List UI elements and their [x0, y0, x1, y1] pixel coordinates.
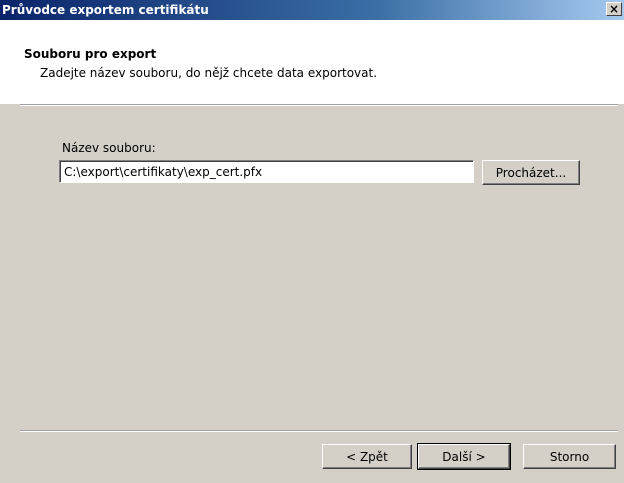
browse-button[interactable]: Procházet...: [482, 160, 580, 185]
next-button[interactable]: Další >: [417, 443, 511, 470]
page-title: Souboru pro export: [24, 47, 157, 61]
filename-label: Název souboru:: [62, 141, 156, 155]
wizard-header: Souboru pro export Zadejte název souboru…: [0, 20, 624, 104]
page-subtitle: Zadejte název souboru, do nějž chcete da…: [40, 66, 378, 80]
close-button[interactable]: ×: [606, 2, 622, 16]
header-divider: [20, 104, 618, 106]
filename-input[interactable]: [59, 160, 474, 183]
title-bar: Průvodce exportem certifikátu ×: [0, 0, 624, 20]
window-title: Průvodce exportem certifikátu: [2, 3, 209, 17]
close-icon: ×: [608, 2, 620, 16]
cancel-button[interactable]: Storno: [523, 444, 616, 469]
footer-divider: [20, 430, 618, 432]
back-button[interactable]: < Zpět: [322, 444, 412, 469]
